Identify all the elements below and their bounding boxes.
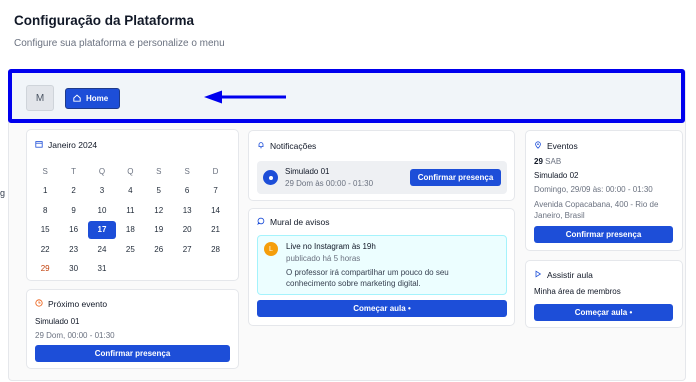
calendar-card: Janeiro 2024 S T Q Q S S D 1 2 3 4 5 6 7… (26, 129, 239, 281)
calendar-day[interactable]: 13 (173, 202, 201, 220)
event-when: Domingo, 29/09 às: 00:00 - 01:30 (534, 185, 653, 194)
notifications-title: Notificações (270, 141, 317, 151)
calendar-day[interactable]: 15 (31, 221, 59, 239)
notifications-card: Notificações Simulado 01 29 Dom às 00:00… (248, 130, 515, 201)
calendar-day-today[interactable]: 17 (87, 221, 117, 240)
calendar-day[interactable]: 2 (59, 182, 87, 200)
page-title: Configuração da Plataforma (14, 13, 195, 28)
calendar-day[interactable]: 16 (59, 221, 87, 239)
next-event-card: Próximo evento Simulado 01 29 Dom, 00:00… (26, 289, 239, 369)
calendar-grid: S T Q Q S S D 1 2 3 4 5 6 7 8 9 10 11 12… (31, 162, 231, 279)
event-day-label: SAB (545, 157, 562, 166)
mural-post-title: Live no Instagram às 19h (286, 242, 376, 251)
mural-post-time: publicado há 5 horas (286, 254, 361, 263)
calendar-day[interactable]: 1 (31, 182, 59, 200)
calendar-day[interactable]: 4 (116, 182, 144, 200)
calendar-day[interactable]: 31 (88, 260, 116, 278)
calendar-day[interactable]: 23 (59, 241, 87, 259)
notification-confirm-button[interactable]: Confirmar presença (410, 169, 501, 186)
weekday: T (71, 166, 77, 176)
calendar-day[interactable]: 19 (145, 221, 173, 239)
calendar-day[interactable]: 18 (116, 221, 144, 239)
weekday: Q (98, 166, 106, 176)
calendar-day[interactable]: 26 (145, 241, 173, 259)
home-icon (73, 94, 81, 104)
calendar-day-empty (145, 260, 173, 278)
calendar-day[interactable]: 20 (173, 221, 201, 239)
calendar-day[interactable]: 21 (201, 221, 229, 239)
calendar-day[interactable]: 12 (145, 202, 173, 220)
calendar-day[interactable]: 30 (59, 260, 87, 278)
notification-item[interactable]: Simulado 01 29 Dom às 00:00 - 01:30 Conf… (257, 161, 507, 194)
weekday: Q (127, 166, 134, 176)
calendar-month: Janeiro 2024 (48, 140, 98, 150)
calendar-day[interactable]: 5 (145, 182, 173, 200)
home-button[interactable]: Home (65, 88, 120, 109)
home-label: Home (86, 94, 109, 103)
confirm-presence-button[interactable]: Confirmar presença (35, 345, 230, 362)
calendar-day[interactable]: 8 (31, 202, 59, 220)
start-class-button[interactable]: Começar aula • (257, 300, 507, 317)
events-card: Eventos 29 SAB Simulado 02 Domingo, 29/0… (525, 130, 683, 251)
event-date: 29 SAB (534, 157, 561, 166)
left-sliver-text: g (0, 188, 6, 198)
weekday: S (184, 166, 190, 176)
bell-icon (257, 141, 265, 151)
notification-when: 29 Dom às 00:00 - 01:30 (285, 179, 374, 188)
calendar-day[interactable]: 3 (88, 182, 116, 200)
event-name: Simulado 02 (534, 171, 579, 180)
calendar-day-empty (116, 260, 144, 278)
watch-class-card: Assistir aula Minha área de membros Come… (525, 260, 683, 328)
top-bar: M Home (8, 69, 685, 123)
play-icon (534, 270, 542, 280)
chat-icon (257, 217, 265, 227)
avatar[interactable]: M (26, 85, 54, 111)
calendar-icon (35, 140, 43, 150)
calendar-day[interactable]: 25 (116, 241, 144, 259)
weekday: D (212, 166, 219, 176)
watch-start-class-button[interactable]: Começar aula • (534, 304, 673, 321)
calendar-day[interactable]: 27 (173, 241, 201, 259)
next-event-name: Simulado 01 (35, 317, 80, 326)
next-event-title: Próximo evento (48, 299, 108, 309)
calendar-day[interactable]: 10 (88, 202, 116, 220)
clock-icon (35, 299, 43, 309)
calendar-day-empty (201, 260, 229, 278)
event-day: 29 (534, 157, 543, 166)
notification-dot-icon (263, 170, 278, 185)
calendar-day-event[interactable]: 29 (31, 260, 59, 278)
mural-post-body: O professor irá compartilhar um pouco do… (286, 268, 449, 288)
event-confirm-button[interactable]: Confirmar presença (534, 226, 673, 243)
calendar-day[interactable]: 28 (201, 241, 229, 259)
watch-class-title: Assistir aula (547, 270, 593, 280)
calendar-day[interactable]: 22 (31, 241, 59, 259)
weekday: S (42, 166, 48, 176)
calendar-day-empty (173, 260, 201, 278)
calendar-day[interactable]: 14 (201, 202, 229, 220)
notification-name: Simulado 01 (285, 167, 330, 176)
events-title: Eventos (547, 141, 578, 151)
event-address: Avenida Copacabana, 400 - Rio de Janeiro… (534, 200, 659, 220)
weekday: S (156, 166, 162, 176)
calendar-day[interactable]: 7 (201, 182, 229, 200)
calendar-day[interactable]: 6 (173, 182, 201, 200)
calendar-day[interactable]: 9 (59, 202, 87, 220)
calendar-day[interactable]: 24 (88, 241, 116, 259)
calendar-day[interactable]: 11 (116, 202, 144, 220)
pointer-arrow-icon (204, 90, 286, 104)
mural-avatar: L (264, 242, 278, 256)
next-event-when: 29 Dom, 00:00 - 01:30 (35, 331, 115, 340)
mural-card: Mural de avisos L Live no Instagram às 1… (248, 208, 515, 326)
page-subtitle: Configure sua plataforma e personalize o… (14, 38, 225, 49)
mural-title: Mural de avisos (270, 217, 330, 227)
watch-class-subtitle: Minha área de membros (534, 287, 621, 296)
location-pin-icon (534, 141, 542, 151)
mural-post: L Live no Instagram às 19h publicado há … (257, 235, 507, 295)
